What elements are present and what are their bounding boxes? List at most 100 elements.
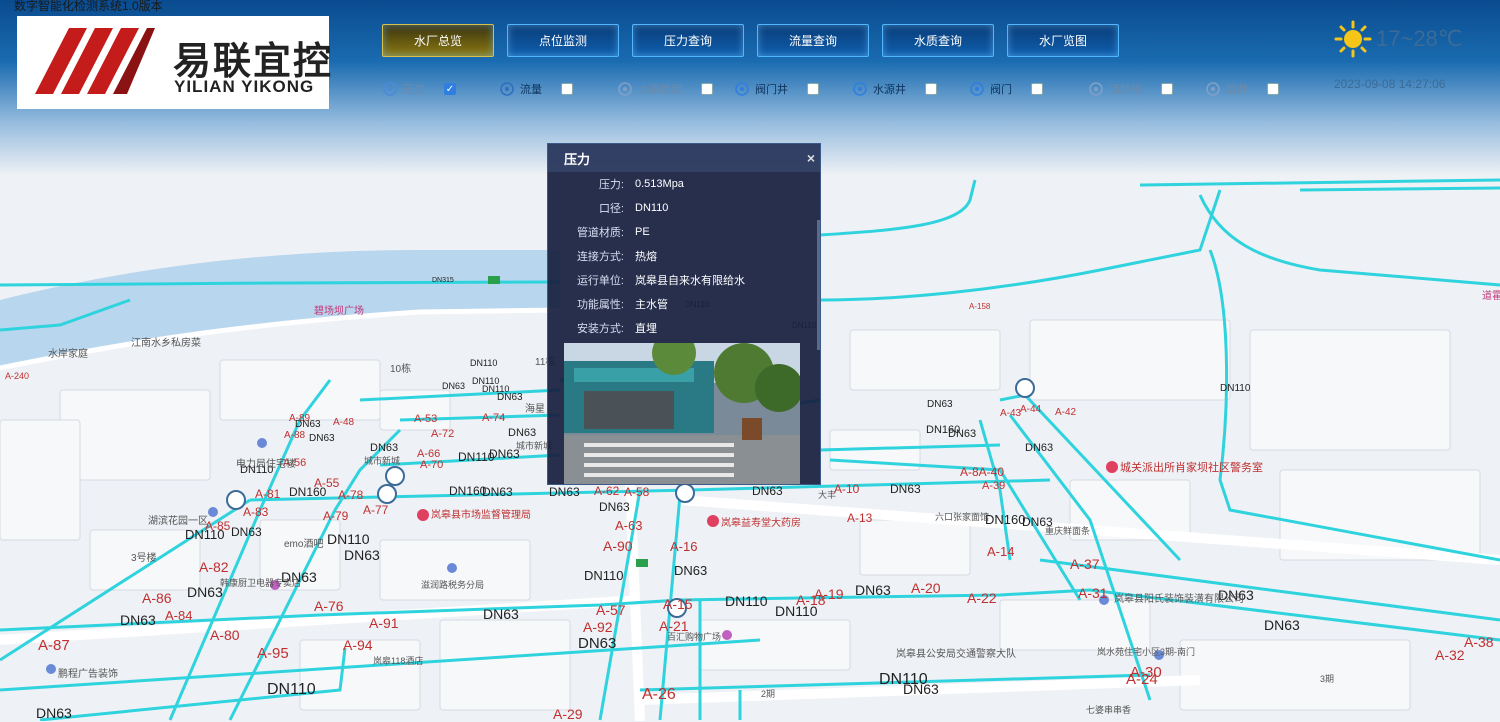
- popup-row: 功能属性: 主水管: [548, 292, 820, 316]
- nav-tab-1[interactable]: 水厂总览: [382, 24, 494, 57]
- pipe-node-label: A-76: [314, 598, 344, 614]
- pipe-diameter-label: DN110: [725, 593, 768, 609]
- pressure-icon: [383, 82, 397, 96]
- pipe-diameter-label: DN63: [674, 563, 708, 578]
- filter-label: 消防栓: [1109, 84, 1142, 96]
- popup-row-key: 压力:: [598, 179, 624, 191]
- nav-tab-2[interactable]: 点位监测: [507, 24, 619, 57]
- logo-mark-icon: [35, 28, 155, 94]
- poi-label: 2期: [761, 689, 776, 699]
- pipe-diameter-label: DN63: [599, 500, 630, 514]
- pipe-diameter-label: DN63: [1264, 617, 1300, 633]
- pipe-node-label: A-88: [284, 430, 306, 441]
- filter-checkbox[interactable]: [1161, 83, 1173, 95]
- filter-label: 水质检测: [638, 84, 682, 96]
- pipe-node-label: A-24: [1126, 671, 1158, 688]
- pipe-node-label: A-95: [257, 645, 289, 662]
- pipe-diameter-label: DN315: [432, 277, 454, 284]
- pipe-node-label: A-80: [210, 627, 240, 643]
- popup-row-value: 0.513Mpa: [635, 178, 684, 190]
- filter-checkbox[interactable]: [1031, 83, 1043, 95]
- pipe-diameter-label: DN63: [890, 482, 921, 496]
- valve-well-icon: [735, 82, 749, 96]
- nav-tab-4[interactable]: 流量查询: [757, 24, 869, 57]
- filter-flow[interactable]: 流量: [499, 80, 573, 98]
- pipe-node-label: A-38: [1464, 634, 1494, 650]
- pipe-diameter-label: DN110: [1220, 383, 1251, 394]
- pipe-diameter-label: DN110: [775, 603, 818, 619]
- poi-label: 岚皋县阳氏装饰装潢有限公司: [1114, 594, 1244, 605]
- filter-label: 压力: [403, 84, 425, 96]
- pipe-diameter-label: DN63: [578, 635, 617, 652]
- popup-row-key: 管道材质:: [576, 227, 624, 239]
- pipe-node-label: A-94: [343, 637, 373, 653]
- logo-text-en: YILIAN YIKONG: [174, 77, 315, 96]
- poi-label: 大丰: [818, 490, 837, 500]
- pipe-node-label: A-8A-40: [960, 465, 1005, 479]
- pipe-node-label: A-14: [987, 544, 1015, 559]
- popup-row: 运行单位: 岚皋县自来水有限给水: [548, 268, 820, 292]
- pipe-node-label: A-83: [243, 505, 269, 519]
- filter-valve-well[interactable]: 阀门井: [734, 80, 819, 98]
- pipe-node-label: A-48: [333, 417, 355, 428]
- pipe-diameter-label: DN160: [449, 484, 487, 498]
- popup-row-key: 功能属性:: [576, 299, 624, 311]
- poi-label: 韩康厨卫电器专卖店: [220, 578, 302, 588]
- popup-row: 连接方式: 热熔: [548, 244, 820, 268]
- pipe-node-label: A-58: [624, 485, 650, 499]
- water-quality-icon: [618, 82, 632, 96]
- pipe-diameter-label: DN63: [927, 399, 953, 410]
- filter-checkbox[interactable]: [925, 83, 937, 95]
- pipe-diameter-label: DN63: [855, 582, 891, 598]
- popup-details: 压力: 0.513Mpa 口径: DN110 管道材质: PE 连接方式: 热熔 运行单位: 岚皋…: [548, 172, 820, 340]
- popup-row-value: PE: [635, 226, 650, 238]
- filter-checkbox[interactable]: [561, 83, 573, 95]
- pipe-diameter-label: DN110: [584, 568, 624, 583]
- poi-label: 城市新城: [364, 456, 401, 466]
- filter-manhole[interactable]: 窨井: [1205, 80, 1279, 98]
- poi-label: 3期: [1320, 674, 1335, 684]
- popup-row-value: 热熔: [635, 251, 657, 263]
- pipe-node-label: A-92: [583, 619, 613, 635]
- popup-row-value: 主水管: [635, 299, 668, 311]
- pipe-node-label: A-91: [369, 615, 399, 631]
- popup-row-key: 连接方式:: [576, 251, 624, 263]
- pipe-diameter-label: DN63: [231, 525, 262, 539]
- nav-tab-3[interactable]: 压力查询: [632, 24, 744, 57]
- poi-label: emo酒吧: [284, 539, 324, 550]
- system-title: 数字智能化检测系统1.0版本: [14, 0, 163, 13]
- filter-label: 阀门: [990, 84, 1012, 96]
- filter-water-source-well[interactable]: 水源井: [852, 80, 937, 98]
- filter-water-quality[interactable]: 水质检测: [617, 80, 713, 98]
- filter-checkbox[interactable]: ✓: [444, 83, 456, 95]
- popup-row: 压力: 0.513Mpa: [548, 172, 820, 196]
- filter-hydrant[interactable]: 消防栓: [1088, 80, 1173, 98]
- pipe-node-label: A-39: [982, 480, 1006, 492]
- poi-label: 水岸家庭: [48, 349, 88, 360]
- nav-tab-5[interactable]: 水质查询: [882, 24, 994, 57]
- popup-scrollbar[interactable]: [817, 220, 820, 350]
- nav-tab-6[interactable]: 水厂览图: [1007, 24, 1119, 57]
- poi-label: 七婆串串香: [1086, 705, 1132, 715]
- pipe-node-label: A-44: [1020, 404, 1042, 415]
- pipe-diameter-label: DN63: [1025, 442, 1054, 454]
- filter-valve[interactable]: 阀门: [969, 80, 1043, 98]
- pipe-diameter-label: DN63: [120, 612, 156, 628]
- filter-pressure[interactable]: 压力 ✓: [382, 80, 456, 98]
- pipe-node-label: A-62: [594, 484, 620, 498]
- pipe-diameter-label: DN63: [370, 442, 399, 454]
- poi-label: 海星: [525, 404, 545, 415]
- poi-label: 鹏程广告装饰: [58, 669, 118, 680]
- close-icon[interactable]: ×: [807, 150, 815, 166]
- filter-label: 阀门井: [755, 84, 788, 96]
- pipe-diameter-label: DN63: [187, 584, 223, 600]
- filter-checkbox[interactable]: [1267, 83, 1279, 95]
- pipe-node-label: A-22: [967, 590, 997, 606]
- popup-row-key: 运行单位:: [576, 275, 624, 287]
- filter-checkbox[interactable]: [701, 83, 713, 95]
- company-logo: 易联宜控 YILIAN YIKONG: [17, 16, 331, 109]
- filter-checkbox[interactable]: [807, 83, 819, 95]
- pipe-diameter-label: DN110: [327, 531, 370, 547]
- pipe-node-label: A-32: [1435, 647, 1465, 663]
- current-datetime: 2023-09-08 14:27:06: [1334, 77, 1446, 91]
